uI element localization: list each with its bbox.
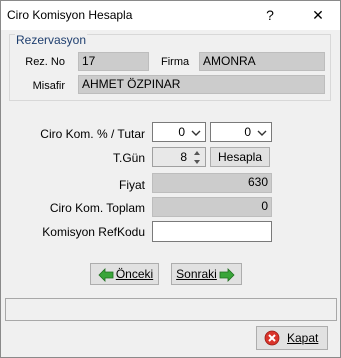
next-button[interactable]: Sonraki	[171, 263, 242, 285]
help-button[interactable]: ?	[258, 4, 282, 26]
ciro-percent-select[interactable]: 0	[152, 122, 206, 142]
close-button[interactable]: ✕	[306, 4, 330, 26]
next-label: Sonraki	[176, 267, 217, 281]
close-icon	[264, 330, 280, 346]
arrow-left-icon	[98, 267, 114, 282]
kapat-button[interactable]: Kapat	[256, 326, 328, 350]
rez-no-label: Rez. No	[25, 56, 65, 68]
dialog-window: Ciro Komisyon Hesapla ? ✕ Rezervasyon Re…	[0, 0, 341, 358]
fiyat-label: Fiyat	[118, 178, 145, 192]
ciro-toplam-label: Ciro Kom. Toplam	[49, 201, 145, 215]
misafir-field: AHMET ÖZPINAR	[78, 75, 325, 94]
hesapla-button[interactable]: Hesapla	[210, 147, 270, 167]
tgun-label: T.Gün	[112, 151, 145, 165]
arrow-right-icon	[219, 267, 235, 282]
rez-no-field: 17	[78, 52, 149, 71]
status-bar	[5, 298, 337, 321]
ciro-amount-select[interactable]: 0	[210, 122, 272, 142]
ciro-toplam-field: 0	[152, 197, 272, 217]
ciro-amount-value: 0	[244, 125, 251, 139]
firma-label: Firma	[161, 56, 190, 68]
window-title: Ciro Komisyon Hesapla	[7, 8, 133, 22]
firma-field: AMONRA	[199, 52, 325, 71]
kapat-label: Kapat	[287, 331, 319, 345]
fiyat-field: 630	[152, 173, 272, 193]
misafir-label: Misafir	[32, 80, 65, 92]
chevron-down-icon	[191, 130, 201, 136]
tgun-value: 8	[180, 150, 187, 164]
prev-label: Önceki	[115, 267, 154, 281]
prev-button[interactable]: Önceki	[90, 263, 159, 285]
spin-up-icon[interactable]	[190, 149, 204, 157]
tgun-spinner[interactable]: 8	[152, 147, 206, 167]
chevron-down-icon	[257, 130, 267, 136]
ciro-kom-label: Ciro Kom. % / Tutar	[40, 127, 145, 141]
refkodu-input[interactable]	[152, 221, 272, 242]
ciro-percent-value: 0	[178, 125, 185, 139]
reservation-group-label: Rezervasyon	[15, 33, 88, 47]
refkodu-label: Komisyon RefKodu	[42, 225, 145, 239]
title-bar: Ciro Komisyon Hesapla ? ✕	[1, 1, 340, 30]
spin-down-icon[interactable]	[190, 158, 204, 166]
